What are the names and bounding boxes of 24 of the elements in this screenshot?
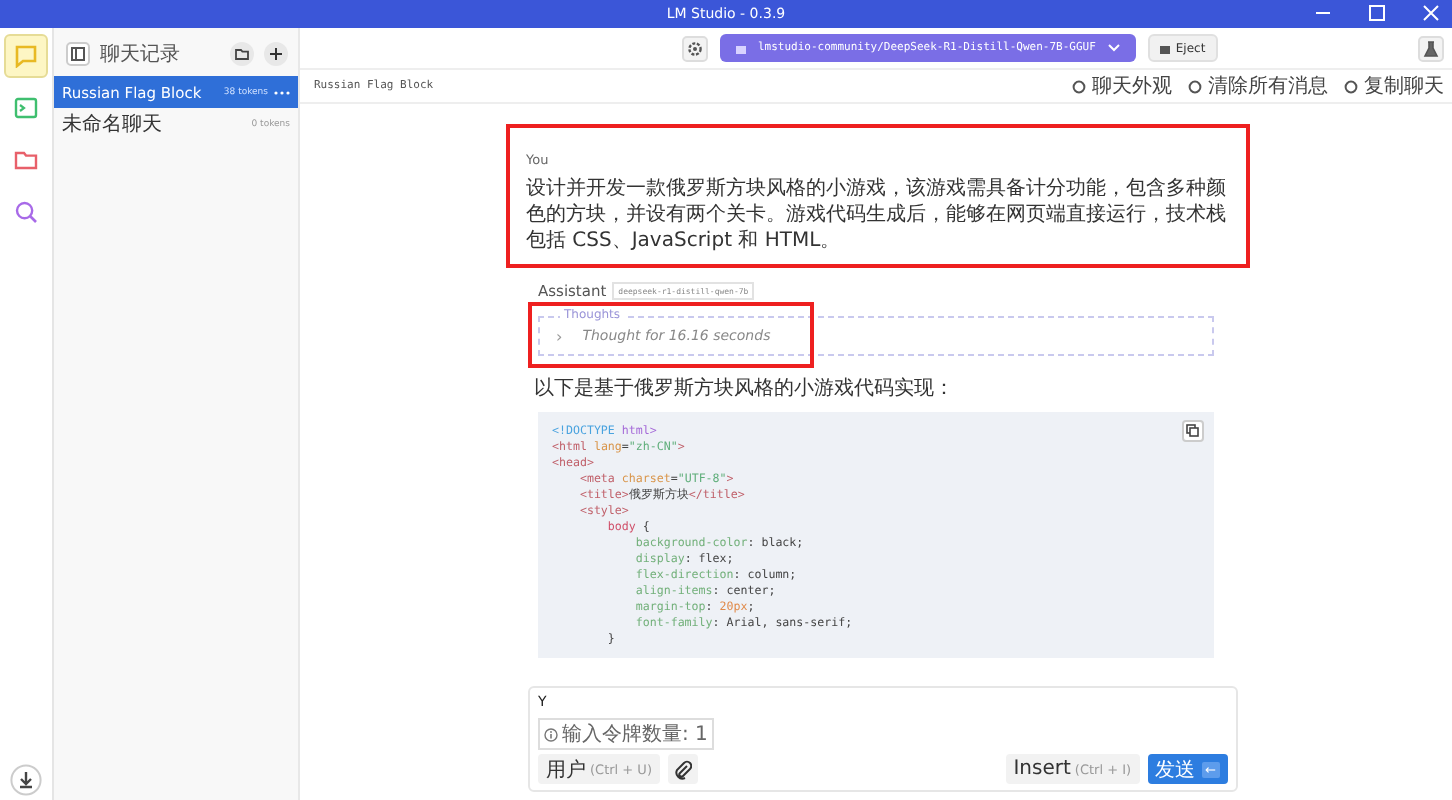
circle-icon [1344, 79, 1358, 93]
more-icon[interactable] [274, 89, 290, 95]
sidebar-title: 聊天记录 [100, 41, 180, 67]
message-text: 设计并开发一款俄罗斯方块风格的小游戏，该游戏需具备计分功能，包含多种颜色的方块，并设有两个关卡。游戏代码生成后，能够在网页端直接运行，技术栈包括 CSS、JavaScript 和 HTML。 [526, 176, 1228, 254]
settings-icon[interactable] [682, 35, 708, 61]
info-icon [544, 727, 558, 741]
plus-icon[interactable] [264, 41, 288, 65]
paperclip-icon [673, 759, 692, 779]
attach-button[interactable] [667, 754, 698, 784]
header-action[interactable]: 清除所有消息 [1188, 72, 1328, 100]
circle-icon [1188, 79, 1202, 93]
header-action[interactable]: 复制聊天 [1344, 72, 1444, 100]
folder-icon[interactable] [230, 41, 254, 65]
header-action[interactable]: 聊天外观 [1072, 72, 1172, 100]
flask-icon[interactable] [1418, 35, 1444, 61]
token-count: 输入令牌数量: 1 [562, 721, 708, 748]
maximize-icon[interactable] [1368, 4, 1386, 22]
copy-icon[interactable] [1182, 420, 1204, 442]
close-icon[interactable] [1422, 4, 1440, 22]
caret-icon [1107, 44, 1120, 52]
download-icon[interactable] [10, 764, 42, 796]
sidebar-toggle-icon[interactable] [66, 41, 90, 65]
response-text: 以下是基于俄罗斯方块风格的小游戏代码实现： [534, 375, 956, 402]
circle-icon [1072, 79, 1086, 93]
